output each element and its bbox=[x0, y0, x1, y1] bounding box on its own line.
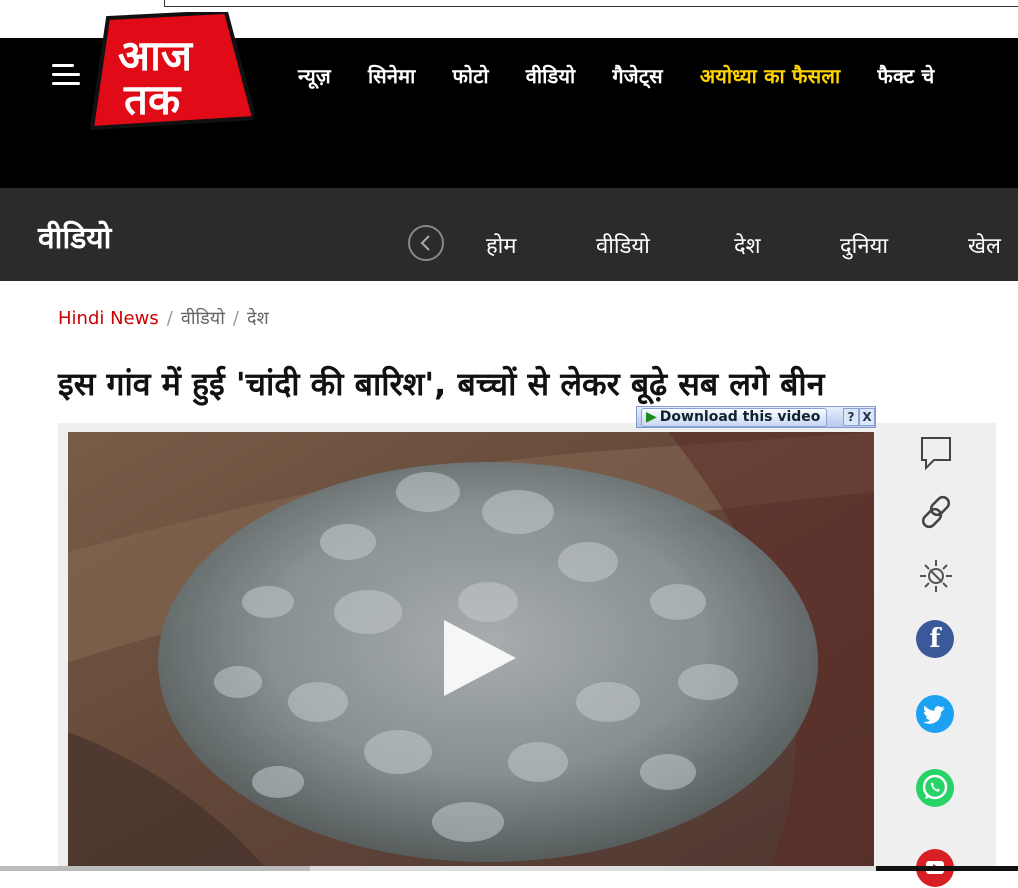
breadcrumb-separator: / bbox=[232, 308, 239, 329]
chevron-left-icon bbox=[420, 235, 430, 251]
menu-icon[interactable] bbox=[52, 62, 80, 88]
download-video-button[interactable]: ▶ Download this video bbox=[641, 408, 828, 427]
svg-text:तक: तक bbox=[123, 75, 182, 124]
whatsapp-icon[interactable] bbox=[916, 768, 956, 808]
bottom-scroll-strip bbox=[0, 866, 1018, 871]
download-video-bar: ▶ Download this video ? X bbox=[636, 406, 876, 428]
twitter-icon[interactable] bbox=[916, 694, 956, 734]
play-icon[interactable] bbox=[442, 620, 518, 696]
download-help-button[interactable]: ? bbox=[843, 408, 859, 426]
link-icon[interactable] bbox=[916, 492, 956, 532]
section-prev-button[interactable] bbox=[408, 225, 444, 261]
section-title: वीडियो bbox=[38, 221, 112, 256]
comment-icon[interactable] bbox=[916, 432, 956, 472]
aajtak-logo[interactable]: आज तक bbox=[88, 12, 254, 132]
nav-item-factcheck[interactable]: फैक्ट चे bbox=[877, 62, 934, 89]
nav-item-video[interactable]: वीडियो bbox=[526, 62, 576, 89]
breadcrumb-separator: / bbox=[166, 308, 173, 329]
download-label: Download this video bbox=[659, 409, 821, 425]
nav-item-cinema[interactable]: सिनेमा bbox=[368, 62, 416, 89]
article-headline: इस गांव में हुई 'चांदी की बारिश', बच्चों… bbox=[58, 365, 825, 403]
download-close-button[interactable]: X bbox=[859, 408, 875, 426]
nav-item-gadgets[interactable]: गैजेट्स bbox=[612, 62, 663, 89]
svg-text:आज: आज bbox=[118, 31, 194, 80]
section-item-video[interactable]: वीडियो bbox=[596, 230, 650, 260]
main-nav: न्यूज़ सिनेमा फोटो वीडियो गैजेट्स अयोध्य… bbox=[298, 62, 971, 89]
facebook-icon[interactable]: f bbox=[916, 620, 954, 658]
breadcrumb-video[interactable]: वीडियो bbox=[181, 308, 225, 329]
nav-item-photo[interactable]: फोटो bbox=[453, 62, 489, 89]
strip-segment bbox=[876, 866, 1018, 871]
play-triangle-icon: ▶ bbox=[646, 409, 657, 425]
breadcrumb-desh[interactable]: देश bbox=[247, 308, 269, 329]
top-border-line bbox=[164, 0, 1018, 7]
section-item-duniya[interactable]: दुनिया bbox=[840, 230, 888, 260]
brightness-icon[interactable] bbox=[916, 556, 956, 596]
strip-segment bbox=[0, 866, 310, 871]
section-item-desh[interactable]: देश bbox=[734, 230, 761, 260]
breadcrumb: Hindi News / वीडियो / देश bbox=[58, 306, 269, 330]
section-item-home[interactable]: होम bbox=[486, 230, 517, 260]
section-item-khel[interactable]: खेल bbox=[968, 230, 1001, 260]
nav-item-news[interactable]: न्यूज़ bbox=[298, 62, 331, 89]
breadcrumb-home[interactable]: Hindi News bbox=[58, 308, 159, 329]
nav-item-ayodhya[interactable]: अयोध्या का फैसला bbox=[700, 62, 841, 89]
